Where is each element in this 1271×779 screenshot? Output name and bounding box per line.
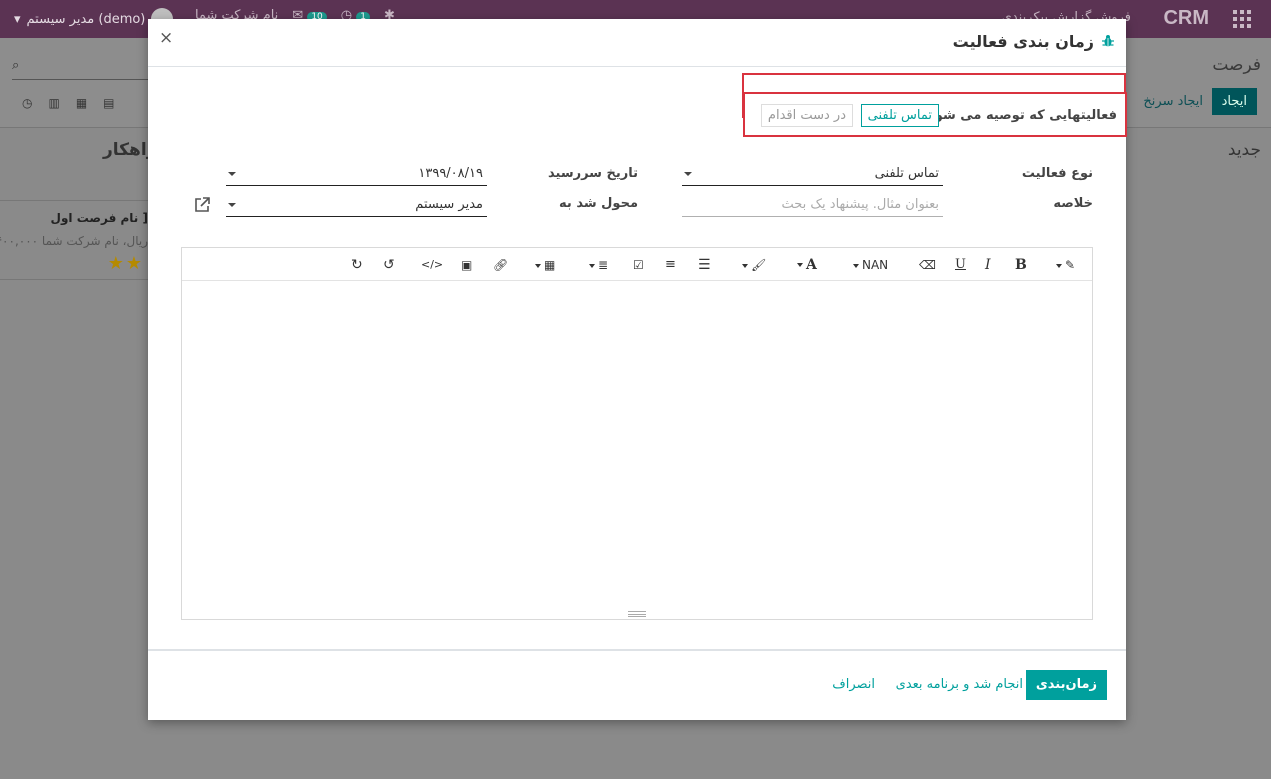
dialog-title: زمان بندی فعالیت xyxy=(952,32,1094,51)
recommended-activities-box: فعالیتهایی که توصیه می شود تماس تلفنی در… xyxy=(743,92,1127,137)
due-date-value: ۱۳۹۹/۰۸/۱۹ xyxy=(418,166,483,181)
discard-button[interactable]: انصراف xyxy=(832,670,875,700)
font-size-dropdown[interactable]: NAN xyxy=(850,256,888,274)
recommended-label: فعالیتهایی که توصیه می شود xyxy=(928,108,1117,123)
close-icon[interactable]: × xyxy=(159,28,173,48)
chevron-down-icon: ▾ xyxy=(14,11,21,27)
chevron-down-icon xyxy=(684,172,692,176)
kanban-column-new: جدید xyxy=(1227,140,1261,160)
resize-handle[interactable] xyxy=(628,611,646,617)
bold-button[interactable]: B xyxy=(1015,256,1027,274)
ordered-list-icon[interactable]: ≡ xyxy=(665,256,676,274)
activity-view-icon[interactable]: ◷ xyxy=(22,96,32,110)
undo-icon[interactable]: ↺ xyxy=(383,256,395,274)
link-icon[interactable]: 🔗︎ xyxy=(493,256,508,274)
breadcrumb: فرصت xyxy=(1212,55,1261,75)
font-size-value: NAN xyxy=(862,258,889,272)
list-view-icon[interactable]: ▦ xyxy=(76,96,87,110)
font-color-dropdown[interactable]: A xyxy=(794,256,817,274)
assigned-to-value: مدیر سیستم xyxy=(415,197,483,212)
apps-menu-icon[interactable] xyxy=(1233,10,1251,28)
recommended-in-progress-button[interactable]: در دست اقدام xyxy=(760,104,853,127)
image-icon[interactable]: ▣ xyxy=(461,256,472,274)
search-input[interactable]: ⌕ xyxy=(12,58,152,80)
note-editor: ✎ B I U ⌫ NAN A 🖌︎ ☰ ≡ ☑ ≣ ▦ 🔗︎ ▣ </> ↺ … xyxy=(181,247,1093,620)
summary-placeholder: بعنوان مثال. پیشنهاد یک بحث xyxy=(781,197,939,212)
eraser-icon[interactable]: ⌫ xyxy=(919,256,936,274)
dialog-header: زمان بندی فعالیت × xyxy=(148,19,1126,67)
activity-type-value: تماس تلفنی xyxy=(874,166,939,181)
underline-button[interactable]: U xyxy=(955,256,966,274)
bug-icon xyxy=(1102,35,1114,47)
kanban-card[interactable]: نام فرصت اول ] ۴۰۰,۰۰۰ ریال، نام شرکت شم… xyxy=(0,200,148,280)
paragraph-align-icon[interactable]: ≣ xyxy=(586,256,608,274)
magic-wand-icon[interactable]: ✎ xyxy=(1053,256,1075,274)
generate-leads-button[interactable]: ایجاد سرنخ xyxy=(1143,94,1203,109)
priority-stars[interactable]: ★★ xyxy=(108,253,144,274)
create-button[interactable]: ایجاد xyxy=(1211,88,1257,115)
activity-type-select[interactable]: تماس تلفنی xyxy=(682,162,943,186)
chevron-down-icon xyxy=(228,203,236,207)
calendar-view-icon[interactable]: ▤ xyxy=(103,96,114,110)
font-color-icon: A xyxy=(806,257,817,273)
view-switcher: ◷ ▥ ▦ ▤ xyxy=(22,96,115,110)
dialog-footer: زمان‌بندی انجام شد و برنامه بعدی انصراف xyxy=(148,649,1126,720)
italic-button[interactable]: I xyxy=(985,256,991,274)
card-title: نام فرصت اول ] xyxy=(50,211,148,225)
paint-brush-icon[interactable]: 🖌︎ xyxy=(739,256,766,274)
schedule-button[interactable]: زمان‌بندی xyxy=(1025,670,1107,700)
app-brand[interactable]: CRM xyxy=(1163,7,1209,30)
user-name: مدیر سیستم (demo) xyxy=(26,11,146,27)
done-schedule-next-button[interactable]: انجام شد و برنامه بعدی xyxy=(896,670,1023,700)
card-subtitle: ۴۰۰,۰۰۰ ریال، نام شرکت شما xyxy=(0,234,148,248)
editor-toolbar: ✎ B I U ⌫ NAN A 🖌︎ ☰ ≡ ☑ ≣ ▦ 🔗︎ ▣ </> ↺ … xyxy=(182,248,1092,281)
assigned-to-select[interactable]: مدیر سیستم xyxy=(226,193,487,217)
codeview-button[interactable]: </> xyxy=(421,256,443,274)
external-link-icon[interactable] xyxy=(192,195,212,215)
unordered-list-icon[interactable]: ☰ xyxy=(698,256,711,274)
graph-view-icon[interactable]: ▥ xyxy=(48,96,59,110)
editor-content[interactable] xyxy=(182,281,1092,619)
checklist-icon[interactable]: ☑ xyxy=(633,256,644,274)
due-date-input[interactable]: ۱۳۹۹/۰۸/۱۹ xyxy=(226,162,487,186)
summary-input[interactable]: بعنوان مثال. پیشنهاد یک بحث xyxy=(682,193,943,217)
recommended-phone-call-button[interactable]: تماس تلفنی xyxy=(860,104,939,127)
search-icon: ⌕ xyxy=(12,58,20,73)
table-icon[interactable]: ▦ xyxy=(532,256,555,274)
redo-icon[interactable]: ↻ xyxy=(351,256,363,274)
chevron-down-icon xyxy=(228,172,236,176)
